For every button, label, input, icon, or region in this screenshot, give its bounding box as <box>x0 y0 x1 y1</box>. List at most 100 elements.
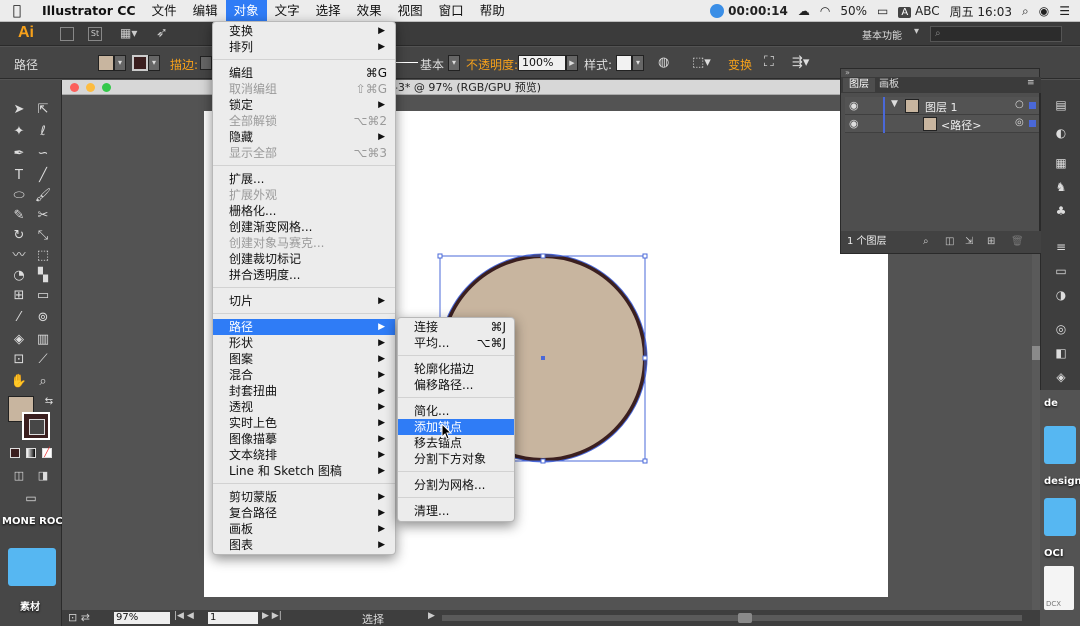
object-menu-item-3[interactable]: 编组 ⌘G <box>213 65 395 81</box>
target-icon[interactable]: ○ <box>1015 99 1024 110</box>
scale-tool-icon[interactable]: ⤡ <box>32 226 54 246</box>
help-search-input[interactable]: ⌕ <box>930 26 1062 42</box>
menu-view[interactable]: 视图 <box>390 0 431 22</box>
brush-definition[interactable]: 基本 <box>420 56 444 73</box>
brush-dropdown-icon[interactable]: ▾ <box>448 55 460 71</box>
none-mode-icon[interactable]: ╱ <box>42 448 52 458</box>
mesh-tool-icon[interactable]: ⊞ <box>8 286 30 306</box>
siri-icon[interactable]: ◉ <box>1039 4 1049 18</box>
free-transform-tool-icon[interactable]: ⬚ <box>32 246 54 266</box>
notification-center-icon[interactable]: ☰ <box>1059 4 1070 18</box>
feather-icon[interactable]: ➶ <box>156 25 168 41</box>
opacity-input[interactable]: 100% <box>518 55 566 71</box>
artboard-number-field[interactable]: 1 <box>208 612 258 624</box>
opacity-arrow-icon[interactable]: ▶ <box>566 55 578 71</box>
selection-indicator[interactable] <box>1029 102 1036 109</box>
pen-tool-icon[interactable]: ✒ <box>8 144 30 164</box>
symbols-panel-icon[interactable]: ♣ <box>1053 204 1069 218</box>
draw-normal-icon[interactable]: ◫ <box>8 466 30 486</box>
perspective-grid-tool-icon[interactable]: ▚ <box>32 266 54 286</box>
panel-menu-icon[interactable]: ≡ <box>1027 78 1035 88</box>
folder-icon[interactable] <box>1044 498 1076 536</box>
object-menu-item-25[interactable]: 透视 ▶ <box>213 399 395 415</box>
tab-artboards[interactable]: 画板 <box>873 78 905 92</box>
stroke-panel-icon[interactable]: ≡ <box>1053 240 1069 254</box>
color-mode-icon[interactable] <box>10 448 20 458</box>
object-menu-item-20[interactable]: 路径 ▶ <box>213 319 395 335</box>
ellipse-tool-icon[interactable]: ⬭ <box>8 186 30 206</box>
gradient-mode-icon[interactable] <box>26 448 36 458</box>
folder-label[interactable]: 素材 <box>20 598 40 613</box>
object-menu-item-32[interactable]: 复合路径 ▶ <box>213 505 395 521</box>
curvature-tool-icon[interactable]: ∽ <box>32 144 54 164</box>
object-menu-item-0[interactable]: 变换 ▶ <box>213 23 395 39</box>
path-menu-item-6[interactable]: 简化... <box>398 403 514 419</box>
column-graph-tool-icon[interactable]: ▥ <box>32 330 54 350</box>
path-menu-item-9[interactable]: 分割下方对象 <box>398 451 514 467</box>
object-menu-item-26[interactable]: 实时上色 ▶ <box>213 415 395 431</box>
eyedropper-tool-icon[interactable]: ⁄ <box>8 308 30 328</box>
hand-tool-icon[interactable]: ✋ <box>8 372 30 392</box>
input-source-icon[interactable]: A <box>898 7 912 18</box>
warp-tool-icon[interactable]: 〰 <box>8 246 30 266</box>
color-panel-icon[interactable]: ◐ <box>1053 126 1069 140</box>
visibility-eye-icon[interactable]: ◉ <box>849 117 859 130</box>
artboard-nav-icon[interactable]: ⊡ ⇄ <box>68 611 90 624</box>
graphic-styles-panel-icon[interactable]: ◧ <box>1053 346 1069 360</box>
workspace-dropdown-icon[interactable]: ▾ <box>914 26 919 37</box>
layer-row[interactable]: ◉ <路径> ◎ <box>845 115 1039 133</box>
arrange-documents-icon[interactable]: ▦▾ <box>120 26 137 40</box>
wifi-icon[interactable]: ◠ <box>820 4 830 18</box>
new-sublayer-icon[interactable]: ⇲ <box>965 231 973 253</box>
stroke-color-swatch[interactable] <box>132 55 148 71</box>
zoom-level-field[interactable]: 97% <box>114 612 170 624</box>
fill-dropdown-icon[interactable]: ▾ <box>114 55 126 71</box>
gradient-panel-icon[interactable]: ▭ <box>1053 264 1069 278</box>
object-menu-item-6[interactable]: 全部解锁 ⌥⌘2 <box>213 113 395 129</box>
scissors-tool-icon[interactable]: ✂ <box>32 206 54 226</box>
menu-file[interactable]: 文件 <box>144 0 185 22</box>
expand-triangle-icon[interactable]: ▼ <box>891 99 898 109</box>
battery-icon[interactable]: ▭ <box>877 4 888 18</box>
selection-tool-icon[interactable]: ➤ <box>8 100 30 120</box>
panel-menu-icon[interactable]: ⇶▾ <box>792 55 809 70</box>
path-menu-item-11[interactable]: 分割为网格... <box>398 477 514 493</box>
menu-help[interactable]: 帮助 <box>472 0 513 22</box>
style-dropdown-icon[interactable]: ▾ <box>632 55 644 71</box>
path-menu-item-13[interactable]: 清理... <box>398 503 514 519</box>
object-menu-item-8[interactable]: 显示全部 ⌥⌘3 <box>213 145 395 161</box>
lasso-tool-icon[interactable]: ℓ <box>32 122 54 142</box>
horizontal-scroll-thumb[interactable] <box>738 613 752 623</box>
stroke-weight-stepper[interactable] <box>200 56 212 70</box>
path-menu-item-8[interactable]: 移去锚点 <box>398 435 514 451</box>
object-menu-item-10[interactable]: 扩展... <box>213 171 395 187</box>
type-tool-icon[interactable]: T <box>8 166 30 186</box>
rotate-tool-icon[interactable]: ↻ <box>8 226 30 246</box>
line-tool-icon[interactable]: ╱ <box>32 166 54 186</box>
next-artboard-icon[interactable]: ▶ ▶| <box>262 611 282 621</box>
object-menu-item-1[interactable]: 排列 ▶ <box>213 39 395 55</box>
target-icon[interactable]: ◎ <box>1015 117 1024 128</box>
tab-layers[interactable]: 图层 <box>843 78 875 92</box>
transform-link[interactable]: 变换 <box>728 56 752 73</box>
object-menu-item-21[interactable]: 形状 ▶ <box>213 335 395 351</box>
selection-indicator[interactable] <box>1029 120 1036 127</box>
vertical-scroll-thumb[interactable] <box>1032 346 1040 360</box>
object-menu-item-5[interactable]: 锁定 ▶ <box>213 97 395 113</box>
gradient-tool-icon[interactable]: ▭ <box>32 286 54 306</box>
object-menu-item-34[interactable]: 图表 ▶ <box>213 537 395 553</box>
menu-select[interactable]: 选择 <box>308 0 349 22</box>
direct-selection-tool-icon[interactable]: ⇱ <box>32 100 54 120</box>
path-menu-item-7[interactable]: 添加锚点 <box>398 419 514 435</box>
brushes-panel-icon[interactable]: ♞ <box>1053 180 1069 194</box>
properties-panel-icon[interactable]: ▤ <box>1053 98 1069 112</box>
folder-icon[interactable] <box>8 548 56 586</box>
object-menu-item-14[interactable]: 创建对象马赛克... <box>213 235 395 251</box>
align-icon[interactable]: ⬚▾ <box>692 55 711 70</box>
object-menu-item-13[interactable]: 创建渐变网格... <box>213 219 395 235</box>
zoom-tool-icon[interactable]: ⌕ <box>32 372 54 392</box>
status-menu-icon[interactable]: ▶ <box>428 611 435 621</box>
apple-icon[interactable]:  <box>0 0 34 22</box>
swatches-panel-icon[interactable]: ▦ <box>1053 156 1069 170</box>
horizontal-scrollbar[interactable] <box>442 615 1022 621</box>
